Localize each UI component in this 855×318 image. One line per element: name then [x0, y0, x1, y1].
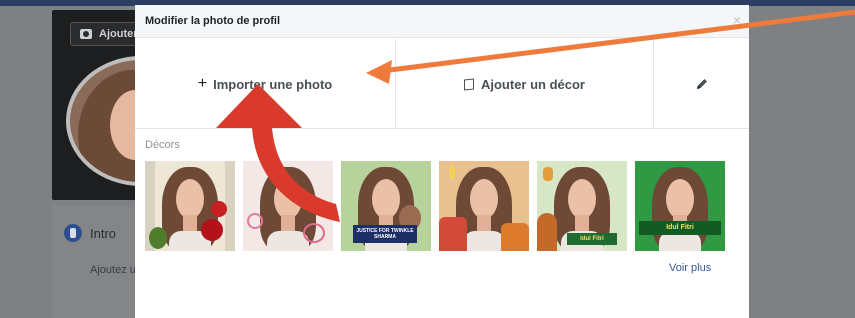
close-icon[interactable]: ×: [733, 12, 741, 28]
intro-hint-text: Ajoutez un: [90, 264, 136, 276]
import-photo-button[interactable]: + Importer une photo: [135, 39, 396, 129]
globe-icon: [64, 224, 82, 242]
frame-banner-text: Idul Fitri: [639, 221, 721, 235]
see-more-link[interactable]: Voir plus: [669, 262, 711, 274]
import-photo-label: Importer une photo: [213, 76, 333, 92]
intro-panel: [52, 205, 142, 318]
frame-banner-text: JUSTICE FOR TWINKLE SHARMA: [353, 225, 417, 243]
frame-banner-text: Idul Fitri: [567, 233, 617, 245]
frame-thumbnail[interactable]: [145, 161, 235, 251]
pencil-icon: [696, 79, 707, 89]
camera-icon: [80, 29, 92, 39]
edit-profile-photo-dialog: Modifier la photo de profil × + Importer…: [135, 5, 749, 318]
dialog-title: Modifier la photo de profil: [145, 15, 281, 27]
frame-thumbnail[interactable]: Idul Fitri: [635, 161, 725, 251]
photo-actions-row: + Importer une photo Ajouter un décor: [135, 39, 749, 129]
right-background-panel: [748, 6, 855, 318]
add-cover-button-label: Ajouter: [99, 28, 138, 40]
add-frame-label: Ajouter un décor: [480, 76, 585, 92]
frame-thumbnail[interactable]: [243, 161, 333, 251]
intro-heading: Intro: [90, 226, 117, 241]
dialog-header: Modifier la photo de profil ×: [135, 5, 749, 38]
add-frame-button[interactable]: Ajouter un décor: [396, 39, 654, 129]
edit-button[interactable]: [654, 39, 749, 129]
plus-icon: +: [197, 75, 208, 92]
frame-thumbnail[interactable]: JUSTICE FOR TWINKLE SHARMA: [341, 161, 431, 251]
frame-thumbnail[interactable]: Idul Fitri: [537, 161, 627, 251]
frame-thumbnail[interactable]: [439, 161, 529, 251]
frames-section-label: Décors: [145, 139, 180, 151]
add-cover-button[interactable]: Ajouter: [70, 22, 140, 46]
frame-icon: [463, 77, 474, 91]
